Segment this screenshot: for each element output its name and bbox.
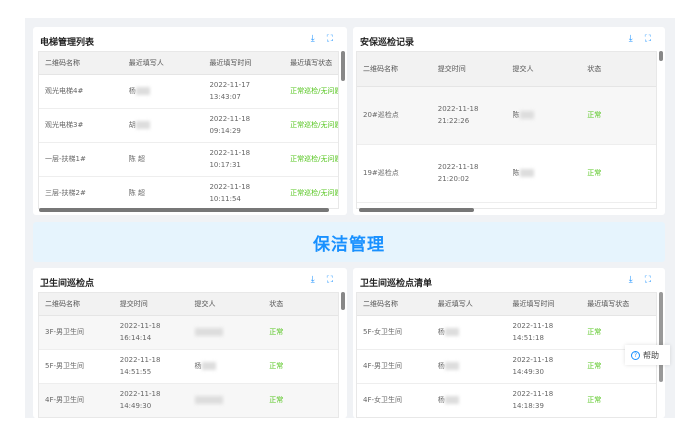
fullscreen-icon[interactable]: ⛶ (645, 34, 651, 44)
table-row[interactable]: 4F-男卫生间杨 2022-11-18 14:49:30 正常 (357, 349, 656, 384)
col-header[interactable]: 最近填写人 (122, 52, 204, 75)
fullscreen-icon[interactable]: ⛶ (327, 34, 333, 44)
table-row[interactable]: 观光电梯4# 杨 2022-11-17 13:43:07 正常巡检/无问题 (39, 74, 338, 109)
security-panel: 安保巡检记录 ⤓ ⛶ 二维码名称 提交时间 提交人 状态 20#巡检点 2022-11-1… (353, 27, 665, 215)
fullscreen-icon[interactable]: ⛶ (327, 275, 333, 285)
table-row[interactable]: 一层-扶梯1# 陈 超 2022-11-18 10:17:31 正常巡检/无问题 (39, 142, 338, 177)
col-header[interactable]: 最近填写时间 (506, 293, 582, 316)
table-row[interactable]: 三层-扶梯2# 陈 超 2022-11-18 10:11:54 正常巡检/无问题 (39, 176, 338, 208)
horizontal-scrollbar[interactable] (359, 208, 474, 212)
fullscreen-icon[interactable]: ⛶ (645, 275, 651, 285)
vertical-scrollbar[interactable] (659, 292, 663, 382)
horizontal-scrollbar[interactable] (39, 208, 329, 212)
col-header[interactable]: 提交人 (188, 293, 264, 316)
vertical-scrollbar[interactable] (659, 51, 663, 61)
table-row[interactable]: 4F-女卫生间杨 2022-11-18 14:18:39 正常 (357, 383, 656, 417)
download-icon[interactable]: ⤓ (311, 34, 315, 44)
col-header[interactable]: 二维码名称 (357, 52, 432, 87)
col-header[interactable]: 最近填写状态 (284, 52, 338, 75)
col-header[interactable]: 最近填写人 (431, 293, 507, 316)
col-header[interactable]: 提交时间 (431, 52, 507, 87)
table-row[interactable]: 20#巡检点 2022-11-18 21:22:26 陈正常 (357, 86, 656, 145)
table-row[interactable]: 4F-男卫生间 2022-11-18 14:49:30 正常 (39, 383, 338, 417)
col-header[interactable]: 提交时间 (113, 293, 189, 316)
col-header[interactable]: 状态 (581, 52, 656, 87)
col-header[interactable]: 状态 (263, 293, 338, 316)
elevator-panel: 电梯管理列表 ⤓ ⛶ 二维码名称 最近填写人 最近填写时间 最近填写状态 观光电梯4# 杨… (33, 27, 347, 215)
col-header[interactable]: 二维码名称 (357, 293, 432, 316)
panel-title: 卫生间巡检点清单 (360, 279, 433, 289)
table-row[interactable]: 3F-男卫生间 2022-11-18 16:14:14 正常 (39, 315, 338, 350)
col-header[interactable]: 提交人 (506, 52, 582, 87)
download-icon[interactable]: ⤓ (311, 275, 315, 285)
download-icon[interactable]: ⤓ (629, 34, 633, 44)
panel-title: 安保巡检记录 (360, 38, 415, 48)
col-header[interactable]: 最近填写时间 (203, 52, 285, 75)
col-header[interactable]: 最近填写状态 (581, 293, 656, 316)
table-row[interactable]: 5F-女卫生间杨 2022-11-18 14:51:18 正常 (357, 315, 656, 350)
table-row[interactable]: 19#巡检点 2022-11-18 21:20:02 陈正常 (357, 144, 656, 203)
panel-title: 电梯管理列表 (40, 38, 95, 48)
table-row[interactable]: 观光电梯3# 胡 2022-11-18 09:14:29 正常巡检/无问题 (39, 108, 338, 143)
table-row[interactable]: 5F-男卫生间 2022-11-18 14:51:55 杨正常 (39, 349, 338, 384)
help-button[interactable]: ? 帮助 (625, 345, 670, 365)
restroom-list-panel: 卫生间巡检点清单 ⤓ ⛶ 二维码名称 最近填写人 最近填写时间 最近填写状态 5F-女卫… (353, 268, 665, 418)
col-header[interactable]: 二维码名称 (39, 52, 123, 75)
panel-title: 卫生间巡检点 (40, 279, 95, 289)
cleaning-management-banner: 保洁管理 (33, 222, 665, 262)
vertical-scrollbar[interactable] (341, 292, 345, 310)
col-header[interactable]: 二维码名称 (39, 293, 114, 316)
restroom-panel: 卫生间巡检点 ⤓ ⛶ 二维码名称 提交时间 提交人 状态 3F-男卫生间 2022-11-… (33, 268, 347, 418)
vertical-scrollbar[interactable] (341, 51, 345, 81)
question-icon: ? (631, 350, 640, 360)
download-icon[interactable]: ⤓ (629, 275, 633, 285)
